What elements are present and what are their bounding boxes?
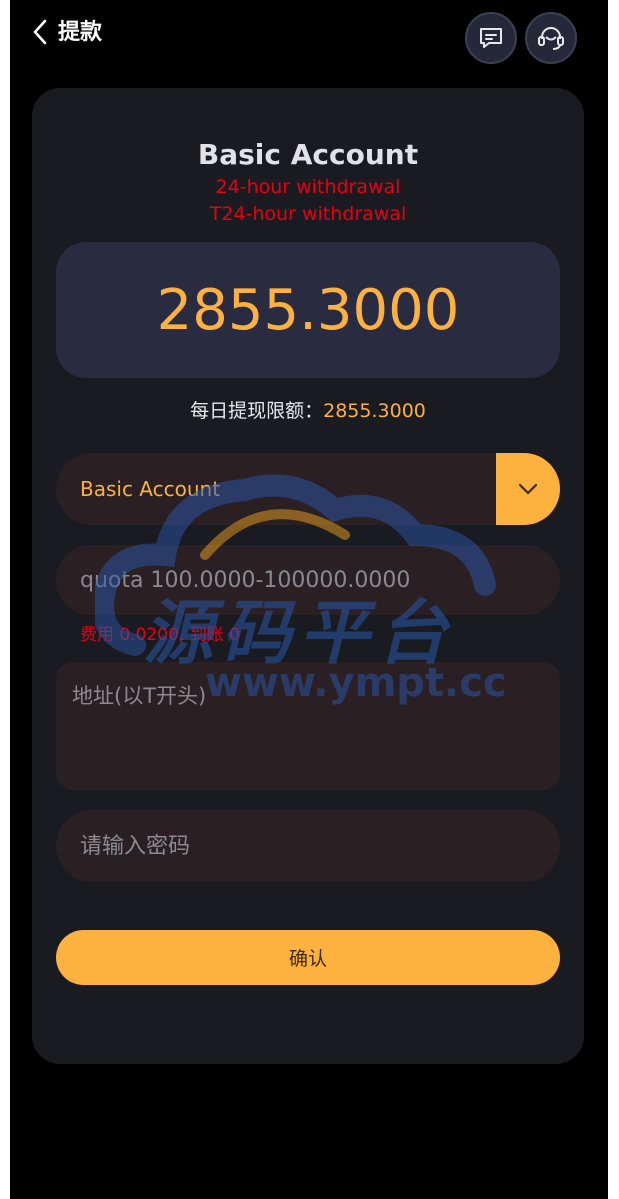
confirm-button[interactable]: 确认 <box>56 930 560 985</box>
address-input[interactable] <box>56 662 560 790</box>
message-button[interactable] <box>465 12 517 64</box>
amount-input[interactable] <box>56 545 560 615</box>
daily-limit-label: 每日提现限额： <box>190 400 324 422</box>
balance-value: 2855.3000 <box>156 277 460 343</box>
screen: 提款 Basic Account 24-hour withdrawal T24-… <box>10 0 608 1199</box>
message-icon <box>480 28 502 48</box>
password-input[interactable] <box>56 810 560 882</box>
headset-icon <box>538 27 564 50</box>
page-title: 提款 <box>58 20 103 45</box>
daily-limit-value: 2855.3000 <box>323 400 426 422</box>
fee-text: 费用 0.0200, 到账 0 <box>80 625 240 645</box>
chevron-down-icon <box>518 483 538 495</box>
account-select-value: Basic Account <box>80 477 221 501</box>
withdraw-card: Basic Account 24-hour withdrawal T24-hou… <box>32 88 584 1064</box>
account-select-toggle[interactable] <box>496 453 560 525</box>
account-select[interactable]: Basic Account <box>56 453 560 525</box>
chevron-left-icon <box>33 19 47 45</box>
withdrawal-note-1: 24-hour withdrawal <box>215 176 401 198</box>
account-title: Basic Account <box>197 138 419 171</box>
customer-service-button[interactable] <box>525 12 577 64</box>
withdrawal-note-2: T24-hour withdrawal <box>209 203 407 225</box>
daily-limit-row: 每日提现限额：2855.3000 <box>32 396 584 423</box>
back-button[interactable] <box>28 16 54 48</box>
balance-box: 2855.3000 <box>56 242 560 378</box>
